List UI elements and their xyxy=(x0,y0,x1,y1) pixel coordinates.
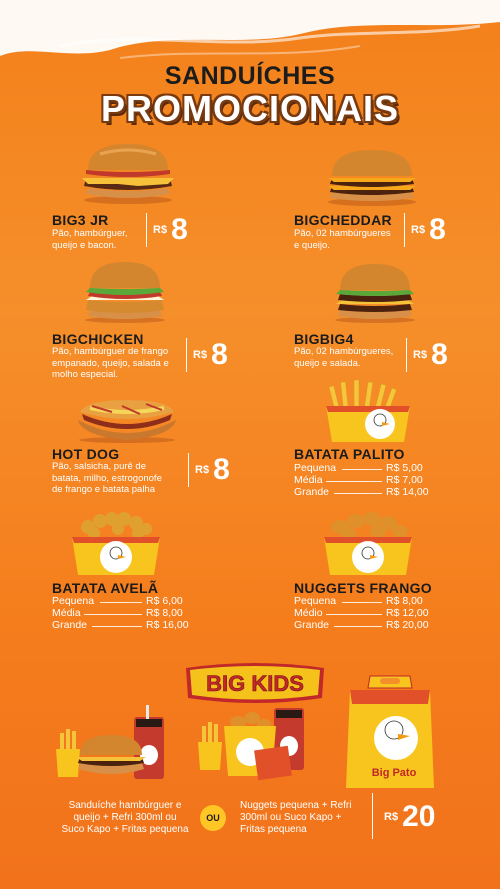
price-divider xyxy=(372,793,373,839)
currency-label: R$ xyxy=(153,224,168,236)
item-description: Pão, 02 hambúrgueres, queijo e salada. xyxy=(294,346,394,369)
currency-label: R$ xyxy=(384,811,399,823)
kids-price-tag: R$ 20 xyxy=(378,800,435,834)
size-row: Grande R$ 20,00 xyxy=(294,619,429,631)
burger-image xyxy=(328,150,416,206)
menu-page: SANDUÍCHES PROMOCIONAIS BIG3 JR Pão, ham… xyxy=(0,0,500,889)
or-badge: OU xyxy=(200,805,226,831)
svg-text:BIG KIDS: BIG KIDS xyxy=(206,671,304,696)
fries-box-image xyxy=(326,379,410,442)
size-row: Grande R$ 14,00 xyxy=(294,486,429,498)
kids-meal-box-image: Big Pato xyxy=(346,675,434,788)
price-value: 8 xyxy=(431,338,448,371)
fries-box-image xyxy=(72,512,160,575)
currency-label: R$ xyxy=(195,464,210,476)
size-row: Média R$ 8,00 xyxy=(52,607,183,619)
size-price-list: Pequena R$ 6,00 Média R$ 8,00 Grande R$ 16,… xyxy=(52,595,192,631)
item-name: BIGBIG4 xyxy=(294,331,354,347)
kids-combo-nuggets-image xyxy=(198,708,304,781)
price-tag: R$ 8 xyxy=(404,213,446,247)
price-tag: R$ 8 xyxy=(186,338,228,372)
item-name: NUGGETS FRANGO xyxy=(294,580,432,596)
title-line2: PROMOCIONAIS xyxy=(100,88,399,129)
currency-label: R$ xyxy=(413,349,428,361)
title-line1: SANDUÍCHES xyxy=(164,62,336,90)
price-tag: R$ 8 xyxy=(146,213,188,247)
kids-price-value: 20 xyxy=(402,800,436,833)
svg-text:Big Pato: Big Pato xyxy=(372,767,417,779)
item-name: BIGCHICKEN xyxy=(52,331,144,347)
price-tag: R$ 8 xyxy=(188,453,230,487)
price-tag: R$ 8 xyxy=(406,338,448,372)
item-name: BIGCHEDDAR xyxy=(294,212,392,228)
size-row: Pequena R$ 6,00 xyxy=(52,595,183,607)
currency-label: R$ xyxy=(411,224,426,236)
currency-label: R$ xyxy=(193,349,208,361)
item-name: BATATA PALITO xyxy=(294,446,405,462)
burger-image xyxy=(82,144,174,204)
price-value: 8 xyxy=(213,453,230,486)
item-name: BATATA AVELÃ xyxy=(52,580,159,596)
kids-combo-burger-image xyxy=(56,705,164,779)
price-value: 8 xyxy=(171,213,188,246)
size-row: Média R$ 7,00 xyxy=(294,474,423,486)
size-row: Pequena R$ 8,00 xyxy=(294,595,423,607)
price-value: 8 xyxy=(211,338,228,371)
kids-combo-1-description: Sanduíche hambúrguer e queijo + Refri 300… xyxy=(61,800,189,835)
item-description: Pão, hambúrguer, queijo e bacon. xyxy=(52,228,128,251)
price-value: 8 xyxy=(429,213,446,246)
nuggets-box-image xyxy=(324,512,412,575)
size-row: Grande R$ 16,00 xyxy=(52,619,189,631)
item-description: Pão, 02 hambúrgueres e queijo. xyxy=(294,228,391,251)
size-row: Médio R$ 12,00 xyxy=(294,607,429,619)
chicken-burger-image xyxy=(85,262,165,323)
item-name: HOT DOG xyxy=(52,446,120,462)
kids-combo-2-description: Nuggets pequena + Refri 300ml ou Suco Kap… xyxy=(240,800,352,835)
size-row: Pequena R$ 5,00 xyxy=(294,462,423,474)
size-price-list: Pequena R$ 8,00 Médio R$ 12,00 Grande R$ 20… xyxy=(294,595,434,631)
item-description: Pão, hambúrguer de frango empanado, queij… xyxy=(52,346,169,380)
burger-image xyxy=(335,264,415,323)
item-description: Pão, salsicha, purê de batata, milho, est… xyxy=(52,461,162,495)
hot-dog-image xyxy=(78,400,176,443)
item-name: BIG3 JR xyxy=(52,212,109,228)
size-price-list: Pequena R$ 5,00 Média R$ 7,00 Grande R$ 14,… xyxy=(294,462,432,498)
